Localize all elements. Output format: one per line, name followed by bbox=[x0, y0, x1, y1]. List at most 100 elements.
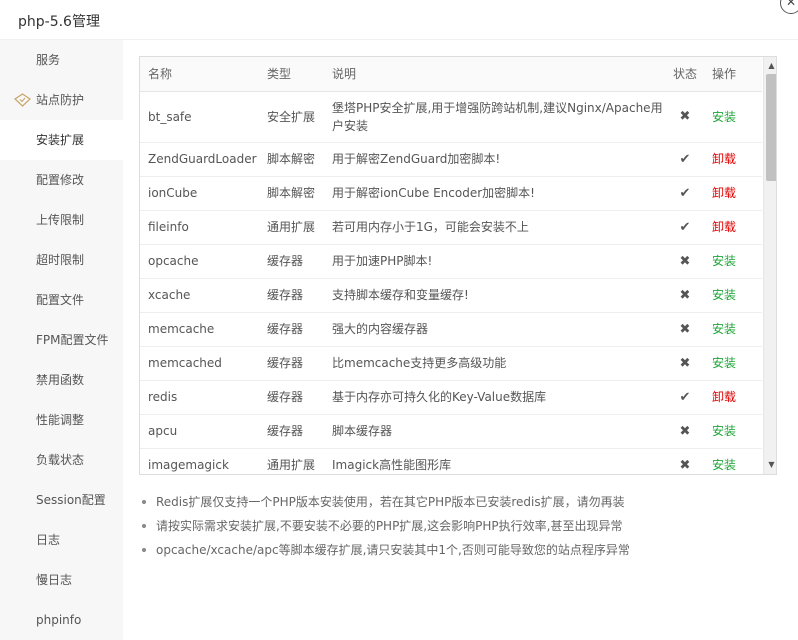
extension-status: ✖ bbox=[664, 414, 706, 449]
sidebar-item-fpm-config[interactable]: FPM配置文件 bbox=[0, 320, 123, 360]
column-header-operation: 操作 bbox=[706, 57, 762, 92]
sidebar-item-performance[interactable]: 性能调整 bbox=[0, 400, 123, 440]
sidebar-item-label: 配置文件 bbox=[36, 293, 85, 307]
uninstall-link[interactable]: 卸载 bbox=[712, 152, 736, 166]
extension-type: 缓存器 bbox=[259, 244, 324, 279]
sidebar-item-disabled-functions[interactable]: 禁用函数 bbox=[0, 360, 123, 400]
sidebar: 服务 站点防护 安装扩展 配置修改 上传限制 超时限制 配置文件 FPM配置文件… bbox=[0, 40, 123, 640]
column-header-name: 名称 bbox=[140, 57, 259, 92]
column-header-description: 说明 bbox=[324, 57, 664, 92]
table-row: ionCube 脚本解密 用于解密ionCube Encoder加密脚本! ✔ 卸载 bbox=[140, 176, 762, 211]
cross-icon: ✖ bbox=[679, 355, 691, 371]
note-item: Redis扩展仅支持一个PHP版本安装使用，若在其它PHP版本已安装redis扩… bbox=[139, 490, 779, 514]
install-link[interactable]: 安装 bbox=[712, 356, 736, 370]
extension-operation: 卸载 bbox=[706, 176, 762, 211]
check-icon: ✔ bbox=[679, 185, 691, 201]
shield-icon bbox=[14, 93, 31, 107]
cross-icon: ✖ bbox=[679, 457, 691, 473]
extension-description: 比memcache支持更多高级功能 bbox=[324, 346, 664, 381]
extension-type: 缓存器 bbox=[259, 380, 324, 415]
extension-operation: 安装 bbox=[706, 312, 762, 347]
scroll-up-arrow-icon[interactable]: ▲ bbox=[764, 59, 776, 73]
sidebar-item-load-status[interactable]: 负载状态 bbox=[0, 440, 123, 480]
cross-icon: ✖ bbox=[679, 287, 691, 303]
extension-operation: 安装 bbox=[706, 91, 762, 143]
window-title: php-5.6管理 bbox=[18, 14, 100, 30]
table-scrollbar[interactable]: ▲ ▼ bbox=[763, 57, 776, 474]
table-row: fileinfo 通用扩展 若可用内存小于1G，可能会安装不上 ✔ 卸载 bbox=[140, 210, 762, 245]
sidebar-item-label: Session配置 bbox=[36, 493, 106, 507]
sidebar-item-log[interactable]: 日志 bbox=[0, 520, 123, 560]
sidebar-item-label: FPM配置文件 bbox=[36, 333, 109, 347]
extension-status: ✖ bbox=[664, 244, 706, 279]
install-link[interactable]: 安装 bbox=[712, 254, 736, 268]
extension-status: ✔ bbox=[664, 380, 706, 415]
extension-operation: 安装 bbox=[706, 278, 762, 313]
extension-name: fileinfo bbox=[140, 210, 259, 245]
check-icon: ✔ bbox=[679, 151, 691, 167]
extension-status: ✔ bbox=[664, 210, 706, 245]
sidebar-item-service[interactable]: 服务 bbox=[0, 40, 123, 80]
uninstall-link[interactable]: 卸载 bbox=[712, 186, 736, 200]
extension-description: 支持脚本缓存和变量缓存! bbox=[324, 278, 664, 313]
sidebar-item-label: 慢日志 bbox=[36, 573, 73, 587]
table-row: opcache 缓存器 用于加速PHP脚本! ✖ 安装 bbox=[140, 244, 762, 279]
extension-description: 用于解密ZendGuard加密脚本! bbox=[324, 142, 664, 177]
scroll-down-arrow-icon[interactable]: ▼ bbox=[764, 458, 776, 472]
extension-operation: 安装 bbox=[706, 346, 762, 381]
column-header-status: 状态 bbox=[664, 57, 706, 92]
install-link[interactable]: 安装 bbox=[712, 288, 736, 302]
table-row: ZendGuardLoader 脚本解密 用于解密ZendGuard加密脚本! ✔ 卸载 bbox=[140, 142, 762, 177]
table-row: bt_safe 安全扩展 堡塔PHP安全扩展,用于增强防跨站机制,建议Nginx/A… bbox=[140, 91, 762, 143]
install-link[interactable]: 安装 bbox=[712, 458, 736, 472]
extension-name: apcu bbox=[140, 414, 259, 449]
sidebar-item-session-config[interactable]: Session配置 bbox=[0, 480, 123, 520]
table-header-row: 名称 类型 说明 状态 操作 bbox=[140, 57, 762, 92]
extension-operation: 安装 bbox=[706, 448, 762, 474]
extensions-table-container[interactable]: 名称 类型 说明 状态 操作 bt_safe 安全扩展 堡塔PHP安全扩展,用于增强… bbox=[139, 56, 777, 475]
extension-description: 脚本缓存器 bbox=[324, 414, 664, 449]
extension-name: redis bbox=[140, 380, 259, 415]
extension-name: memcached bbox=[140, 346, 259, 381]
table-row: redis 缓存器 基于内存亦可持久化的Key-Value数据库 ✔ 卸载 bbox=[140, 380, 762, 415]
sidebar-item-config-file[interactable]: 配置文件 bbox=[0, 280, 123, 320]
sidebar-item-phpinfo[interactable]: phpinfo bbox=[0, 600, 123, 640]
extension-name: ionCube bbox=[140, 176, 259, 211]
sidebar-item-upload-limit[interactable]: 上传限制 bbox=[0, 200, 123, 240]
sidebar-item-site-protection[interactable]: 站点防护 bbox=[0, 80, 123, 120]
install-link[interactable]: 安装 bbox=[712, 322, 736, 336]
scrollbar-thumb[interactable] bbox=[766, 74, 776, 181]
extension-description: Imagick高性能图形库 bbox=[324, 448, 664, 474]
table-row: xcache 缓存器 支持脚本缓存和变量缓存! ✖ 安装 bbox=[140, 278, 762, 313]
extension-name: bt_safe bbox=[140, 91, 259, 143]
extension-status: ✖ bbox=[664, 312, 706, 347]
sidebar-item-label: 负载状态 bbox=[36, 453, 85, 467]
sidebar-item-config-edit[interactable]: 配置修改 bbox=[0, 160, 123, 200]
table-row: imagemagick 通用扩展 Imagick高性能图形库 ✖ 安装 bbox=[140, 448, 762, 474]
install-link[interactable]: 安装 bbox=[712, 424, 736, 438]
uninstall-link[interactable]: 卸载 bbox=[712, 220, 736, 234]
sidebar-item-label: 站点防护 bbox=[36, 93, 85, 107]
extension-description: 用于加速PHP脚本! bbox=[324, 244, 664, 279]
extension-type: 缓存器 bbox=[259, 278, 324, 313]
extension-type: 缓存器 bbox=[259, 312, 324, 347]
extension-operation: 安装 bbox=[706, 244, 762, 279]
sidebar-item-label: 安装扩展 bbox=[36, 133, 85, 147]
extension-description: 基于内存亦可持久化的Key-Value数据库 bbox=[324, 380, 664, 415]
sidebar-item-install-extensions[interactable]: 安装扩展 bbox=[0, 120, 123, 160]
extension-type: 脚本解密 bbox=[259, 142, 324, 177]
note-item: opcache/xcache/apc等脚本缓存扩展,请只安装其中1个,否则可能导… bbox=[139, 538, 779, 562]
sidebar-item-label: 配置修改 bbox=[36, 173, 85, 187]
uninstall-link[interactable]: 卸载 bbox=[712, 390, 736, 404]
sidebar-item-slow-log[interactable]: 慢日志 bbox=[0, 560, 123, 600]
extension-status: ✔ bbox=[664, 176, 706, 211]
sidebar-item-timeout-limit[interactable]: 超时限制 bbox=[0, 240, 123, 280]
extension-type: 脚本解密 bbox=[259, 176, 324, 211]
extension-operation: 安装 bbox=[706, 414, 762, 449]
extension-operation: 卸载 bbox=[706, 210, 762, 245]
install-link[interactable]: 安装 bbox=[712, 110, 736, 124]
note-item: 请按实际需求安装扩展,不要安装不必要的PHP扩展,这会影响PHP执行效率,甚至出… bbox=[139, 514, 779, 538]
extension-status: ✖ bbox=[664, 346, 706, 381]
extension-description: 若可用内存小于1G，可能会安装不上 bbox=[324, 210, 664, 245]
extension-status: ✖ bbox=[664, 91, 706, 143]
